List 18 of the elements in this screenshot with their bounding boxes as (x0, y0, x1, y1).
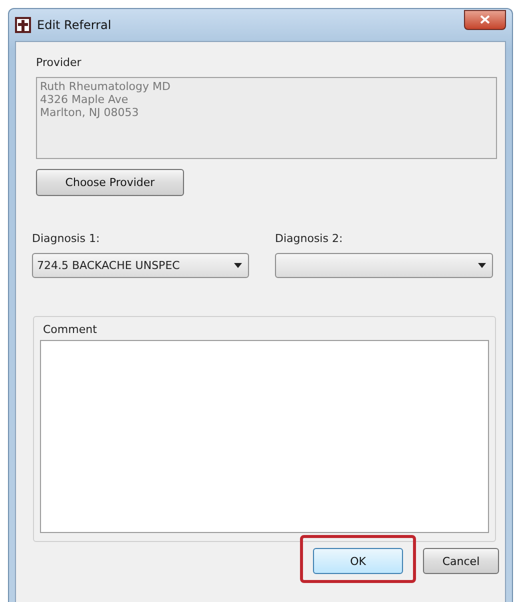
provider-text: Ruth Rheumatology MD (40, 80, 172, 93)
close-icon (480, 15, 490, 24)
diagnosis-dropdown[interactable]: 724.5 BACKACHE UNSPEC (32, 253, 249, 278)
window-title: Edit Referral (37, 18, 112, 32)
ok-button[interactable]: OK (313, 548, 403, 574)
provider-text: Marlton, NJ 08053 (40, 106, 140, 119)
diagnosis-label: Diagnosis 2: (275, 232, 344, 245)
comment-label: Comment (43, 323, 98, 336)
provider-label: Provider (36, 56, 82, 69)
diagnosis-label: Diagnosis 1: (32, 232, 101, 245)
caret-icon (234, 263, 242, 268)
comment-field[interactable] (40, 340, 489, 533)
cancel-button[interactable]: Cancel (423, 548, 499, 574)
diagnosis-dropdown[interactable] (275, 253, 493, 278)
provider-text: 4326 Maple Ave (40, 93, 130, 106)
close-button[interactable] (464, 10, 506, 30)
caret-icon (478, 263, 486, 268)
medical-cross-icon (15, 17, 31, 33)
